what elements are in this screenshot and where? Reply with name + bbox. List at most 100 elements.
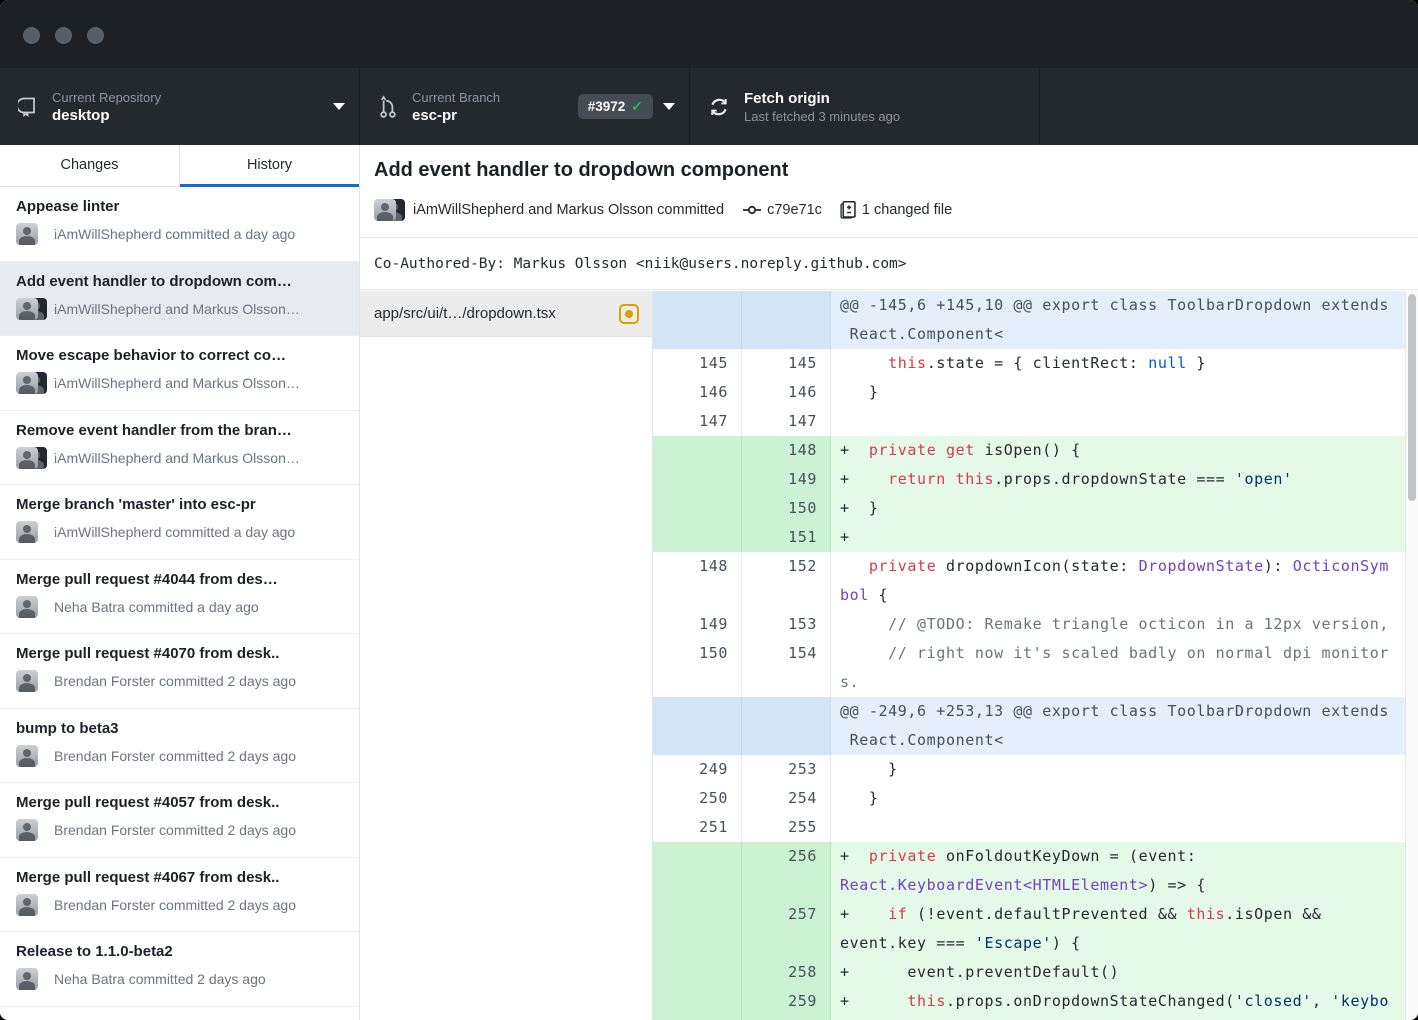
titlebar <box>0 0 1418 68</box>
minimize-button[interactable] <box>55 27 72 44</box>
diff-code-line: private dropdownIcon(state: DropdownStat… <box>831 552 1418 610</box>
new-line-number: 253 <box>742 755 831 784</box>
chevron-down-icon <box>333 103 345 110</box>
diff-row: 256 + private onFoldoutKeyDown = (event:… <box>653 842 1418 900</box>
commit-list-item[interactable]: Appease linter iAmWillShepherd committed… <box>0 187 359 262</box>
diff-code-line: } <box>831 755 1418 784</box>
commit-list-meta: iAmWillShepherd committed a day ago <box>16 223 347 245</box>
diff-code-line: + if (!event.defaultPrevented && this.is… <box>831 900 1418 958</box>
avatar <box>16 745 38 767</box>
new-line-number: 154 <box>742 639 831 697</box>
avatar-group <box>16 670 46 692</box>
tab-changes[interactable]: Changes <box>0 145 180 187</box>
commit-list-title: Merge branch 'master' into esc-pr <box>16 496 347 513</box>
avatar <box>16 223 38 245</box>
diff-row: 147 147 <box>653 407 1418 436</box>
commit-list-item[interactable]: bump to beta3 Brendan Forster committed … <box>0 709 359 784</box>
pr-number-badge[interactable]: #3972 ✓ <box>578 94 653 119</box>
avatar <box>16 372 38 394</box>
commit-author-line: Brendan Forster committed 2 days ago <box>54 673 296 689</box>
commit-list-item[interactable]: Move escape behavior to correct co… iAmW… <box>0 336 359 411</box>
old-line-number <box>653 436 742 465</box>
new-line-number <box>742 291 831 349</box>
commit-list-meta: iAmWillShepherd and Markus Olsson… <box>16 298 347 320</box>
file-row[interactable]: app/src/ui/t…/dropdown.tsx <box>360 291 652 337</box>
git-commit-icon <box>742 202 762 218</box>
branch-label: Current Branch <box>412 89 568 106</box>
new-line-number: 151 <box>742 523 831 552</box>
commit-list-item[interactable]: Merge pull request #4044 from des… Neha … <box>0 560 359 635</box>
avatar-group <box>16 745 46 767</box>
commit-author-line: Brendan Forster committed 2 days ago <box>54 897 296 913</box>
avatar <box>16 596 38 618</box>
old-line-number: 147 <box>653 407 742 436</box>
avatar-group <box>16 372 46 394</box>
old-line-number <box>653 465 742 494</box>
commit-list-item[interactable]: Remove event handler from the bran… iAmW… <box>0 411 359 486</box>
commit-list-item[interactable]: Release to 1.1.0-beta2 Neha Batra commit… <box>0 932 359 1007</box>
commit-sha[interactable]: c79e71c <box>767 202 822 218</box>
new-line-number: 149 <box>742 465 831 494</box>
commit-byline: iAmWillShepherd and Markus Olsson commit… <box>413 202 724 218</box>
commit-list-item[interactable]: Add event handler to dropdown com… iAmWi… <box>0 262 359 337</box>
file-path: app/src/ui/t…/dropdown.tsx <box>374 305 619 322</box>
commit-author-line: Brendan Forster committed 2 days ago <box>54 748 296 764</box>
commit-list-meta: Brendan Forster committed 2 days ago <box>16 819 347 841</box>
sync-icon <box>708 96 730 118</box>
traffic-lights <box>23 27 104 44</box>
commit-author-line: iAmWillShepherd committed a day ago <box>54 226 295 242</box>
new-line-number: 150 <box>742 494 831 523</box>
new-line-number: 146 <box>742 378 831 407</box>
current-repository-button[interactable]: Current Repository desktop <box>0 68 360 145</box>
close-button[interactable] <box>23 27 40 44</box>
commit-title: Add event handler to dropdown component <box>374 159 788 182</box>
avatar-group <box>16 298 46 320</box>
changed-files-count: 1 changed file <box>862 202 952 218</box>
diff-row: 150 154 // right now it's scaled badly o… <box>653 639 1418 697</box>
commit-list-title: Merge pull request #4044 from des… <box>16 571 347 588</box>
zoom-button[interactable] <box>87 27 104 44</box>
pr-number: #3972 <box>588 99 626 114</box>
commit-list-item[interactable]: Merge pull request #4070 from desk.. Bre… <box>0 634 359 709</box>
scrollbar-track <box>1405 291 1418 1020</box>
commit-list-meta: Neha Batra committed 2 days ago <box>16 968 347 990</box>
new-line-number: 258 <box>742 958 831 987</box>
new-line-number: 153 <box>742 610 831 639</box>
scrollbar-thumb[interactable] <box>1408 294 1416 501</box>
avatar <box>374 199 396 221</box>
old-line-number: 145 <box>653 349 742 378</box>
current-branch-button[interactable]: Current Branch esc-pr #3972 ✓ <box>360 68 690 145</box>
commit-list-item[interactable]: Merge branch 'master' into esc-pr iAmWil… <box>0 485 359 560</box>
old-line-number: 150 <box>653 639 742 697</box>
commit-list-meta: Brendan Forster committed 2 days ago <box>16 745 347 767</box>
diff-row: 259 + this.props.onDropdownStateChanged(… <box>653 987 1418 1020</box>
diff-row: 251 255 <box>653 813 1418 842</box>
repository-label: Current Repository <box>52 89 323 106</box>
diff-code-line <box>831 813 1418 842</box>
old-line-number <box>653 494 742 523</box>
tab-history[interactable]: History <box>180 145 359 187</box>
new-line-number: 152 <box>742 552 831 610</box>
commit-list-title: Merge pull request #4070 from desk.. <box>16 645 347 662</box>
diff-row: 150 + } <box>653 494 1418 523</box>
diff-row: 146 146 } <box>653 378 1418 407</box>
fetch-origin-button[interactable]: Fetch origin Last fetched 3 minutes ago <box>690 68 1040 145</box>
diff-code-line: // right now it's scaled badly on normal… <box>831 639 1418 697</box>
commit-list-meta: iAmWillShepherd and Markus Olsson… <box>16 372 347 394</box>
diff-view: @@ -145,6 +145,10 @@ export class Toolba… <box>653 291 1418 1020</box>
avatar <box>16 447 38 469</box>
commit-list-meta: Neha Batra committed a day ago <box>16 596 347 618</box>
diff-code-line: + return this.props.dropdownState === 'o… <box>831 465 1418 494</box>
commit-list-title: Appease linter <box>16 198 347 215</box>
modified-file-icon <box>619 304 639 324</box>
sidebar-tabs: Changes History <box>0 145 360 187</box>
diff-row: 250 254 } <box>653 784 1418 813</box>
commit-author-line: iAmWillShepherd and Markus Olsson… <box>54 450 300 466</box>
old-line-number <box>653 523 742 552</box>
commit-list-item[interactable]: Merge pull request #4057 from desk.. Bre… <box>0 783 359 858</box>
diff-content: app/src/ui/t…/dropdown.tsx @@ -145,6 +14… <box>360 291 1418 1020</box>
commit-list-item[interactable]: Merge pull request #4067 from desk.. Bre… <box>0 858 359 933</box>
commit-list-item[interactable]: Merge pull request #4051 from desk.. <box>0 1007 359 1020</box>
avatar-group <box>16 819 46 841</box>
old-line-number <box>653 842 742 900</box>
